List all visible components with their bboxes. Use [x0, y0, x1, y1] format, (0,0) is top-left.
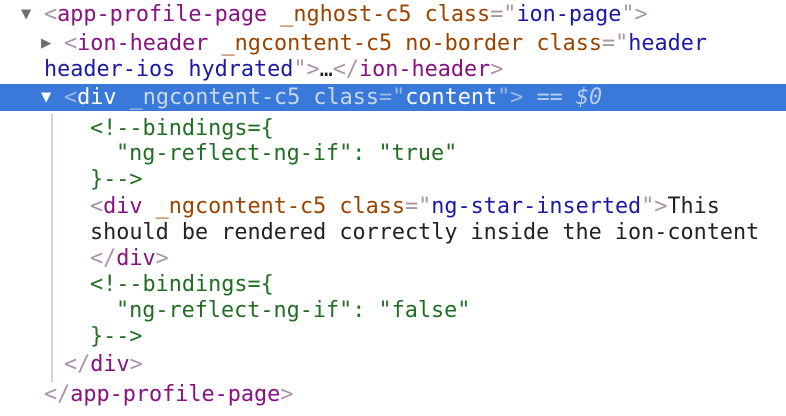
punctuation: >	[155, 246, 169, 271]
punctuation: ="	[490, 2, 517, 27]
punctuation: >	[129, 352, 143, 377]
tag-name: ion-header	[77, 31, 209, 56]
dom-node-row[interactable]: <div _ngcontent-c5 class="ng-star-insert…	[0, 193, 786, 220]
expand-triangle-down-icon[interactable]: ▼	[41, 84, 51, 111]
text-node: should be rendered correctly inside the …	[90, 220, 760, 245]
dom-node-row[interactable]: should be rendered correctly inside the …	[0, 219, 786, 246]
console-ref: $0	[575, 85, 603, 110]
node-markup: </div>	[90, 245, 169, 272]
punctuation: <	[44, 2, 58, 27]
attribute-value: ion-page	[516, 2, 622, 27]
text-node: …	[319, 57, 333, 82]
comment: <!--bindings={	[90, 116, 274, 141]
tag-name: ion-header	[358, 57, 491, 82]
comment: "ng-reflect-ng-if": "true"	[116, 141, 458, 166]
node-markup: }-->	[90, 323, 143, 350]
dom-node-row[interactable]: </div>	[0, 245, 786, 272]
node-markup: header-ios hydrated">…</ion-header>	[44, 56, 503, 83]
punctuation: ="	[404, 194, 432, 219]
dom-node-row[interactable]: </div>	[0, 351, 786, 378]
attribute-value: header-ios hydrated	[44, 57, 294, 82]
punctuation: ">	[293, 57, 320, 82]
node-markup: <!--bindings={	[90, 271, 274, 298]
equals-marker: ==	[523, 85, 576, 110]
node-markup: }-->	[90, 166, 143, 193]
tag-name: div	[90, 352, 130, 377]
punctuation: </	[332, 57, 359, 82]
attribute-value: ng-star-inserted	[431, 194, 642, 219]
text-node: This	[667, 194, 720, 219]
punctuation: ">	[621, 2, 648, 27]
dom-node-row[interactable]: header-ios hydrated">…</ion-header>	[0, 56, 786, 83]
node-markup: <div _ngcontent-c5 class="ng-star-insert…	[90, 193, 720, 220]
comment: "ng-reflect-ng-if": "false"	[116, 298, 471, 323]
dom-node-row[interactable]: }-->	[0, 166, 786, 193]
tag-name: div	[77, 85, 117, 110]
punctuation: </	[90, 246, 117, 271]
node-markup: </div>	[64, 351, 143, 378]
attribute-name: _nghost-c5 class	[267, 2, 491, 27]
node-markup: <div _ngcontent-c5 class="content"> == $…	[64, 84, 602, 111]
dom-node-row[interactable]: ▼ <app-profile-page _nghost-c5 class="ion…	[0, 1, 786, 28]
node-markup: should be rendered correctly inside the …	[90, 219, 759, 246]
attribute-name: _ngcontent-c5 no-border class	[208, 31, 603, 56]
punctuation: ">	[641, 194, 668, 219]
punctuation: <	[64, 31, 78, 56]
node-markup: <ion-header _ngcontent-c5 no-border clas…	[64, 30, 707, 57]
dom-node-row[interactable]: </app-profile-page>	[0, 381, 786, 408]
node-markup: <app-profile-page _nghost-c5 class="ion-…	[44, 1, 648, 28]
punctuation: </	[44, 382, 71, 407]
node-markup: "ng-reflect-ng-if": "true"	[116, 140, 457, 167]
node-markup: "ng-reflect-ng-if": "false"	[116, 297, 470, 324]
dom-node-row[interactable]: ▶ <ion-header _ngcontent-c5 no-border cla…	[0, 30, 786, 57]
punctuation: >	[490, 57, 504, 82]
punctuation: ="	[378, 85, 406, 110]
attribute-name: _ngcontent-c5 class	[116, 85, 379, 110]
dom-node-row[interactable]: "ng-reflect-ng-if": "false"	[0, 297, 786, 324]
tag-name: div	[116, 246, 156, 271]
comment: }-->	[90, 167, 143, 192]
punctuation: <	[90, 194, 104, 219]
punctuation: ">	[497, 85, 524, 110]
comment: <!--bindings={	[90, 272, 274, 297]
node-markup: <!--bindings={	[90, 115, 274, 142]
tag-name: app-profile-page	[70, 382, 281, 407]
selected-dom-node-row[interactable]: ▼ <div _ngcontent-c5 class="content"> == …	[0, 84, 786, 111]
expand-triangle-right-icon[interactable]: ▶	[41, 30, 51, 57]
tag-name: div	[103, 194, 143, 219]
tag-name: app-profile-page	[57, 2, 268, 27]
punctuation: <	[64, 85, 78, 110]
attribute-value: content	[405, 85, 498, 110]
dom-node-row[interactable]: <!--bindings={	[0, 271, 786, 298]
punctuation: >	[280, 382, 294, 407]
comment: }-->	[90, 324, 143, 349]
node-markup: </app-profile-page>	[44, 381, 293, 408]
punctuation: </	[64, 352, 91, 377]
dom-node-row[interactable]: }-->	[0, 323, 786, 350]
dom-node-row[interactable]: "ng-reflect-ng-if": "true"	[0, 140, 786, 167]
attribute-name: _ngcontent-c5 class	[142, 194, 405, 219]
punctuation: ="	[602, 31, 629, 56]
expand-triangle-down-icon[interactable]: ▼	[21, 1, 31, 28]
attribute-value: header	[628, 31, 708, 56]
dom-node-row[interactable]: <!--bindings={	[0, 115, 786, 142]
